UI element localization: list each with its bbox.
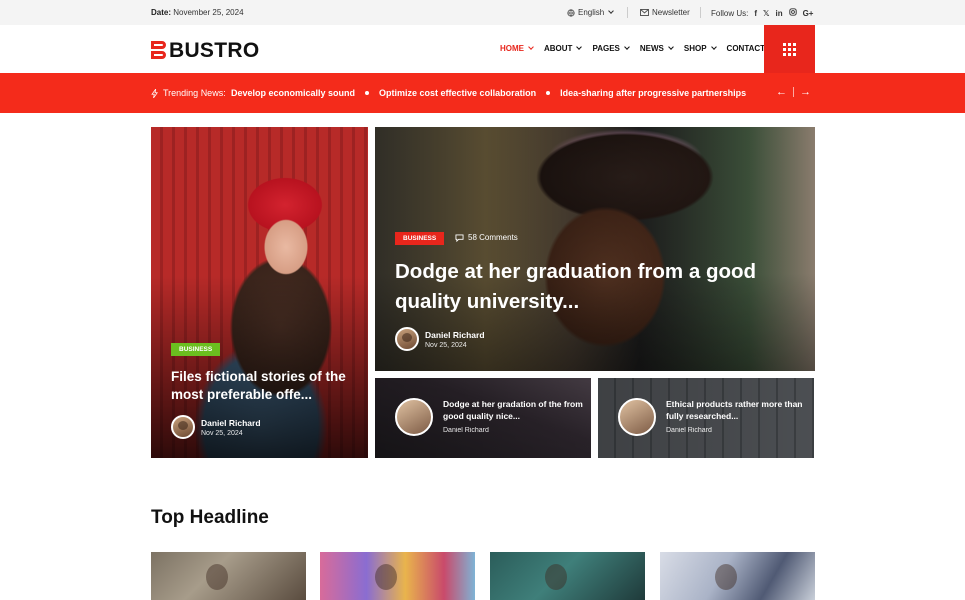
date-value: November 25, 2024 — [173, 8, 244, 17]
nav-label: SHOP — [683, 44, 707, 53]
trending-news-bar: Trending News: Develop economically soun… — [0, 73, 965, 113]
divider — [700, 7, 701, 18]
nav-label: ABOUT — [544, 44, 573, 53]
featured-card-left[interactable]: BUSINESS Files fictional stories of the … — [151, 127, 368, 458]
author-name[interactable]: Daniel Richard — [443, 427, 489, 434]
nav-item-about[interactable]: ABOUT — [544, 44, 583, 53]
follow-us: Follow Us: f 𝕏 in G+ — [711, 8, 813, 18]
article-title[interactable]: Dodge at her gradation of the from good … — [443, 398, 583, 422]
comments-count[interactable]: 58 Comments — [455, 233, 518, 242]
nav-label: CONTACT — [726, 44, 766, 53]
follow-label: Follow Us: — [711, 8, 749, 18]
nav-label: HOME — [500, 44, 524, 53]
headline-thumbnail[interactable] — [660, 552, 815, 600]
instagram-icon[interactable] — [788, 8, 797, 18]
author-name[interactable]: Daniel Richard — [425, 330, 485, 340]
article-title[interactable]: Files fictional stories of the most pref… — [171, 368, 356, 404]
avatar — [395, 398, 433, 436]
site-header: BUSTRO HOME ABOUT PAGES NEWS SHOP CONTAC… — [0, 25, 965, 73]
section-title: Top Headline — [151, 507, 269, 528]
chevron-down-icon — [528, 44, 534, 50]
trending-label-text: Trending News: — [163, 88, 226, 98]
trending-nav: ← → — [776, 86, 811, 98]
trending-items: Develop economically sound Optimize cost… — [231, 88, 746, 98]
nav-item-pages[interactable]: PAGES — [592, 44, 630, 53]
category-tag[interactable]: BUSINESS — [395, 232, 445, 245]
date-label: Date: — [151, 8, 172, 17]
main-nav: HOME ABOUT PAGES NEWS SHOP CONTACT — [500, 44, 776, 53]
category-tag[interactable]: BUSINESS — [171, 343, 221, 356]
chevron-down-icon — [710, 44, 717, 50]
headline-thumbnail[interactable] — [490, 552, 645, 600]
separator-dot — [546, 91, 551, 95]
chevron-down-icon — [576, 44, 583, 50]
language-label: English — [578, 8, 605, 17]
google-plus-icon[interactable]: G+ — [803, 9, 814, 18]
mail-icon — [640, 9, 649, 16]
headline-thumbnail[interactable] — [320, 552, 475, 600]
logo-text: BUSTRO — [169, 39, 260, 62]
date-display: Date: November 25, 2024 — [151, 8, 244, 17]
trending-label: Trending News: — [151, 88, 226, 98]
small-card[interactable]: Ethical products rather more than fully … — [598, 378, 814, 458]
arrow-left-icon[interactable]: ← — [776, 86, 787, 98]
logo[interactable]: BUSTRO — [151, 39, 259, 63]
post-date: Nov 25, 2024 — [201, 429, 243, 437]
chevron-down-icon — [624, 44, 630, 50]
comments-label: 58 Comments — [468, 233, 518, 242]
author-name[interactable]: Daniel Richard — [201, 418, 261, 428]
chevron-down-icon — [668, 44, 674, 50]
newsletter-link[interactable]: Newsletter — [640, 8, 690, 17]
post-date: Nov 25, 2024 — [425, 341, 467, 349]
nav-item-shop[interactable]: SHOP — [683, 44, 717, 53]
comment-icon — [455, 233, 464, 242]
author-name[interactable]: Daniel Richard — [666, 427, 712, 434]
arrow-right-icon[interactable]: → — [800, 86, 811, 98]
avatar — [395, 327, 419, 351]
author-meta: Daniel Richard Nov 25, 2024 — [395, 327, 485, 351]
featured-card-main[interactable]: BUSINESS 58 Comments Dodge at her gradua… — [375, 127, 815, 371]
nav-label: PAGES — [592, 44, 620, 53]
x-twitter-icon[interactable]: 𝕏 — [763, 9, 769, 18]
avatar — [618, 398, 656, 436]
nav-item-contact[interactable]: CONTACT — [727, 44, 766, 53]
bolt-icon — [151, 88, 158, 98]
avatar — [171, 415, 195, 439]
globe-icon — [567, 8, 575, 17]
grid-menu-button[interactable] — [764, 25, 815, 73]
linkedin-icon[interactable]: in — [775, 9, 782, 18]
trending-item[interactable]: Optimize cost effective collaboration — [379, 88, 536, 98]
chevron-down-icon — [608, 8, 615, 14]
trending-item[interactable]: Idea-sharing after progressive partnersh… — [560, 88, 746, 98]
article-title[interactable]: Ethical products rather more than fully … — [666, 398, 806, 422]
nav-item-news[interactable]: NEWS — [639, 44, 674, 53]
newsletter-label: Newsletter — [652, 8, 690, 17]
author-meta: Daniel Richard Nov 25, 2024 — [171, 415, 261, 439]
divider — [793, 87, 794, 97]
language-selector[interactable]: English — [567, 8, 615, 17]
trending-item[interactable]: Develop economically sound — [231, 88, 355, 98]
facebook-icon[interactable]: f — [754, 9, 757, 18]
small-card[interactable]: Dodge at her gradation of the from good … — [375, 378, 591, 458]
article-title[interactable]: Dodge at her graduation from a good qual… — [395, 257, 795, 317]
nav-label: NEWS — [639, 44, 664, 53]
logo-mark-icon — [151, 41, 166, 61]
image-overlay — [151, 127, 368, 458]
grid-dots-icon — [783, 42, 786, 46]
nav-item-home[interactable]: HOME — [500, 44, 534, 53]
separator-dot — [365, 91, 370, 95]
top-bar: Date: November 25, 2024 English Newslett… — [0, 0, 965, 25]
headline-thumbnail[interactable] — [151, 552, 306, 600]
divider — [627, 7, 628, 18]
